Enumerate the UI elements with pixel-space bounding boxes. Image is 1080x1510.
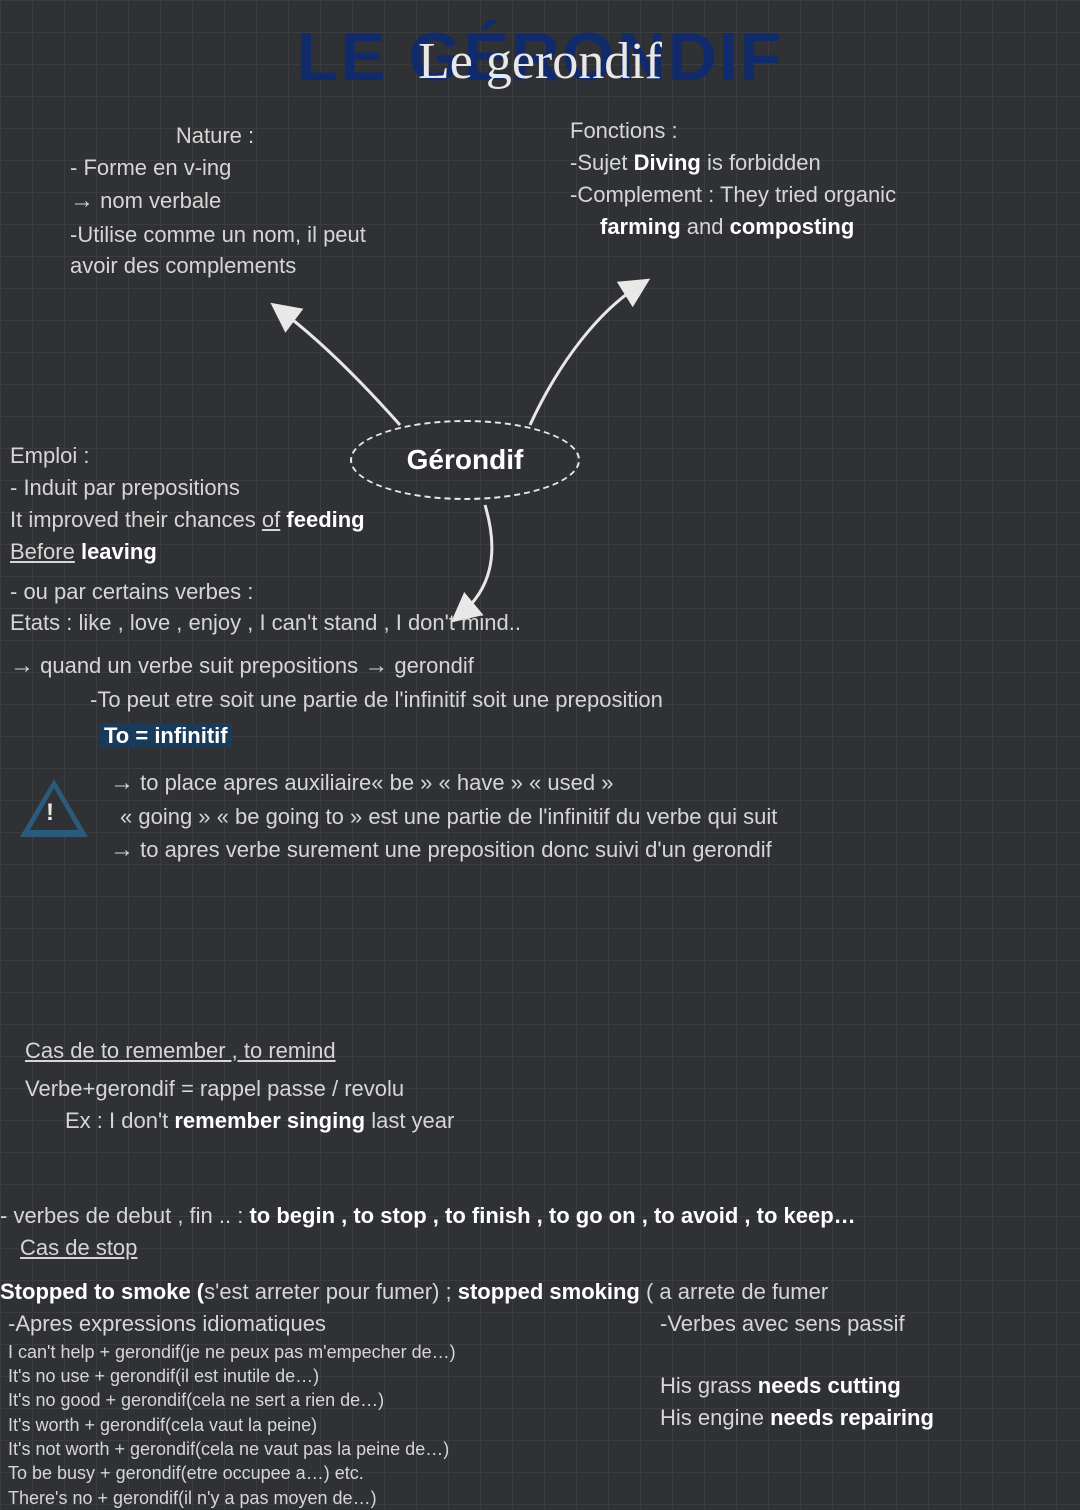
remember-rule: Verbe+gerondif = rappel passe / revolu <box>25 1073 1065 1105</box>
page-title: Le gerondif <box>0 32 1080 91</box>
emploi-to-note: -To peut etre soit une partie de l'infin… <box>10 684 1070 716</box>
fonctions-complement-2: farming and composting <box>570 211 1070 243</box>
remember-cas: Cas de to remember , to remind <box>25 1035 1065 1067</box>
emploi-ex1: It improved their chances of feeding <box>10 504 1070 536</box>
nature-block: Nature : - Forme en v-ing → nom verbale … <box>70 120 490 282</box>
emploi-prep: - Induit par prepositions <box>10 472 1070 504</box>
fonctions-complement: -Complement : They tried organic <box>570 179 1070 211</box>
emploi-to-inf: To = infinitif <box>10 720 1070 752</box>
fonctions-sujet: -Sujet Diving is forbidden <box>570 147 1070 179</box>
debut-cas: Cas de stop <box>0 1232 1080 1264</box>
debut-block: - verbes de debut , fin .. : to begin , … <box>0 1200 1080 1308</box>
emploi-rule: → quand un verbe suit prepositions → ger… <box>10 649 1070 684</box>
remember-ex: Ex : I don't remember singing last year <box>25 1105 1065 1137</box>
warning-exclamation: ! <box>46 799 54 827</box>
emploi-verbes: - ou par certains verbes : <box>10 576 1070 608</box>
remember-block: Cas de to remember , to remind Verbe+ger… <box>25 1035 1065 1137</box>
passif-heading: -Verbes avec sens passif <box>660 1308 1070 1340</box>
emploi-heading: Emploi : <box>10 440 1070 472</box>
idiom-heading: -Apres expressions idiomatiques <box>8 1308 648 1340</box>
nature-line1: - Forme en v-ing <box>70 152 490 184</box>
emploi-etats: Etats : like , love , enjoy , I can't st… <box>10 607 1070 639</box>
emploi-block: Emploi : - Induit par prepositions It im… <box>10 440 1070 867</box>
nature-line3: -Utilise comme un nom, il peut avoir des… <box>70 219 400 283</box>
passif-ex2: His engine needs repairing <box>660 1402 1070 1434</box>
debut-stop: Stopped to smoke (s'est arreter pour fum… <box>0 1276 1080 1308</box>
idiom-list: I can't help + gerondif(je ne peux pas m… <box>8 1340 648 1510</box>
debut-line: - verbes de debut , fin .. : to begin , … <box>0 1200 1080 1232</box>
emploi-apres: → to apres verbe surement une prepositio… <box>10 833 1070 868</box>
passif-block: -Verbes avec sens passif His grass needs… <box>660 1308 1070 1434</box>
emploi-going: « going » « be going to » est une partie… <box>10 801 790 833</box>
idiom-block: -Apres expressions idiomatiques I can't … <box>8 1308 648 1510</box>
fonctions-block: Fonctions : -Sujet Diving is forbidden -… <box>570 115 1070 243</box>
warning-icon-inner <box>30 788 78 830</box>
fonctions-heading: Fonctions : <box>570 115 1070 147</box>
nature-line2: → nom verbale <box>70 184 490 219</box>
passif-ex1: His grass needs cutting <box>660 1370 1070 1402</box>
emploi-ex2: Before leaving <box>10 536 1070 568</box>
nature-heading: Nature : <box>70 120 360 152</box>
emploi-aux: → to place apres auxiliaire« be » « have… <box>10 766 1070 801</box>
